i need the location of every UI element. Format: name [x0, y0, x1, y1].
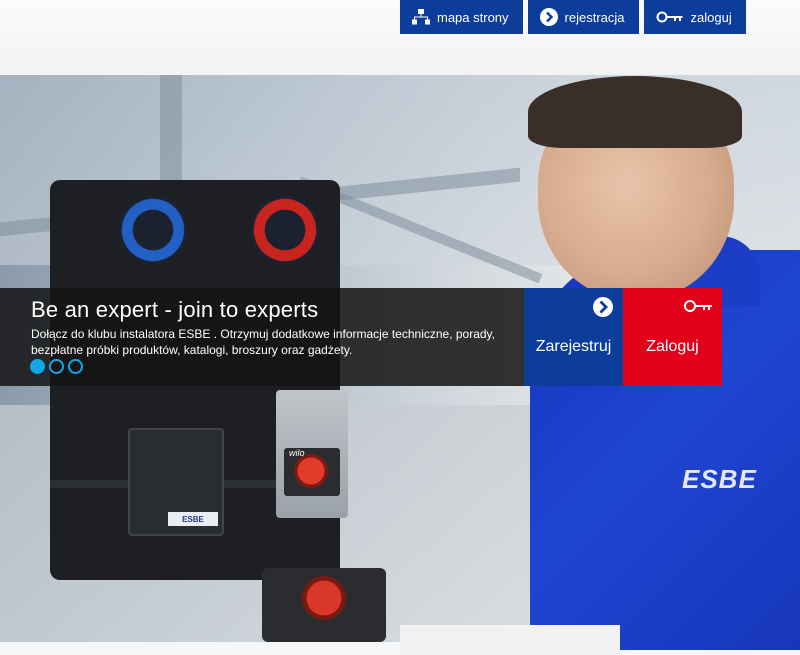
- actuator-knob: [302, 576, 346, 620]
- chevron-right-circle-icon: [539, 8, 558, 26]
- blue-pipe-ring: [118, 195, 188, 265]
- login-button[interactable]: Zaloguj: [623, 288, 722, 386]
- pump-knob: [294, 454, 328, 488]
- sitemap-label: mapa strony: [437, 9, 509, 25]
- product-label: ESBE: [168, 512, 218, 526]
- thermometer-panel: ESBE: [128, 428, 224, 536]
- header-bar: mapa strony rejestracja zaloguj: [0, 0, 800, 75]
- sitemap-button[interactable]: mapa strony: [400, 0, 523, 34]
- pump-brand: wilo: [289, 448, 305, 458]
- promo-banner: Be an expert - join to experts Dołącz do…: [0, 288, 524, 386]
- paper-sheet: [400, 625, 620, 655]
- chevron-right-circle-icon: [592, 296, 614, 323]
- register-button-label: Zarejestruj: [535, 338, 612, 355]
- shirt-logo: ESBE: [682, 464, 757, 494]
- key-icon: [683, 298, 713, 319]
- banner-description: Dołącz do klubu instalatora ESBE . Otrzy…: [31, 327, 496, 357]
- key-icon: [656, 10, 684, 24]
- register-nav-button[interactable]: rejestracja: [527, 0, 639, 34]
- login-nav-button[interactable]: zaloguj: [643, 0, 746, 34]
- slider-dot-1[interactable]: [30, 359, 45, 374]
- top-navigation: mapa strony rejestracja zaloguj: [400, 0, 746, 34]
- red-pipe-ring: [250, 195, 320, 265]
- sitemap-icon: [412, 9, 430, 25]
- slider-dots: [30, 359, 83, 374]
- valve-actuator: [262, 568, 386, 642]
- slider-dot-3[interactable]: [68, 359, 83, 374]
- register-nav-label: rejestracja: [564, 9, 625, 25]
- banner-title: Be an expert - join to experts: [31, 297, 319, 322]
- man-hair: [528, 76, 742, 148]
- slider-dot-2[interactable]: [49, 359, 64, 374]
- login-button-label: Zaloguj: [646, 338, 699, 355]
- circulation-pump: wilo: [276, 390, 348, 518]
- login-nav-label: zaloguj: [690, 9, 732, 25]
- register-button[interactable]: Zarejestruj: [524, 288, 623, 386]
